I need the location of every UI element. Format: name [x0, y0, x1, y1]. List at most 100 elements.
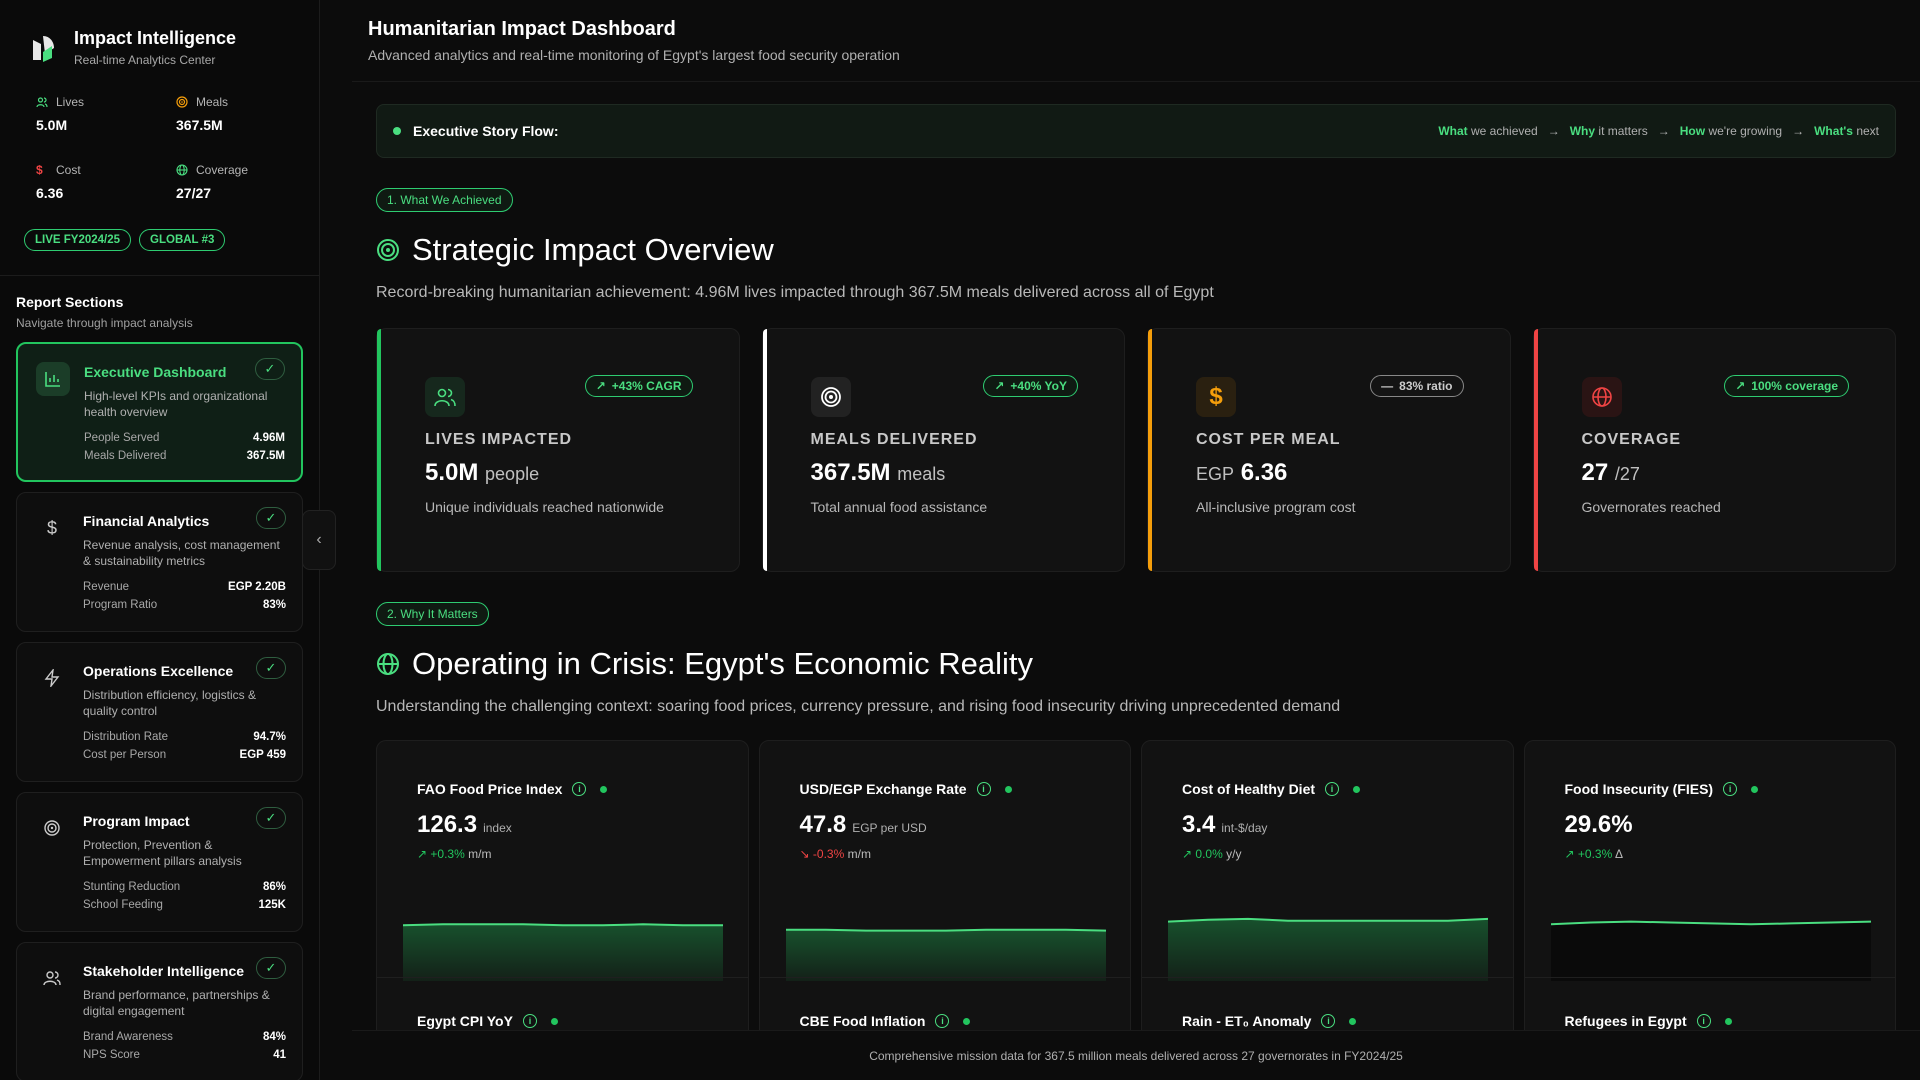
check-icon: ✓: [256, 657, 286, 679]
brand-subtitle: Real-time Analytics Center: [74, 53, 216, 67]
dollar-icon: $: [36, 163, 43, 177]
kpi-note: All-inclusive program cost: [1196, 499, 1356, 515]
nav-stakeholder-intelligence[interactable]: Stakeholder Intelligence Brand performan…: [16, 942, 303, 1080]
info-icon[interactable]: i: [1325, 782, 1340, 796]
nav-desc: Brand performance, partnerships & digita…: [83, 988, 270, 1018]
trending-down-icon: ↘: [799, 847, 810, 861]
stat-value: 367.5M: [176, 117, 223, 133]
status-badges: LIVE FY2024/25 GLOBAL #3: [0, 201, 319, 251]
indicator-card[interactable]: Food Insecurity (FIES) i 29.6% ↗ +0.3% Δ …: [1523, 740, 1896, 1040]
indicator-value: 126.3 index: [417, 811, 512, 838]
kpi-label: LIVES IMPACTED: [425, 431, 573, 448]
sparkline-chart: [403, 923, 723, 981]
indicator-card[interactable]: Cost of Healthy Diet i 3.4 int-$/day ↗ 0.0…: [1141, 740, 1514, 1040]
indicator-title: Refugees in Egypt: [1564, 1013, 1687, 1029]
indicator-value: 3.4 int-$/day: [1182, 811, 1268, 838]
nav-program-impact[interactable]: Program Impact Protection, Prevention & …: [16, 792, 303, 932]
kpi-meals-delivered[interactable]: ↗ +40% YoY MEALS DELIVERED 367.5M meals T…: [761, 328, 1125, 572]
collapse-sidebar-button[interactable]: ‹: [302, 510, 336, 570]
nav-metric: Revenue EGP 2.20B: [83, 581, 286, 593]
nav-operations-excellence[interactable]: Operations Excellence Distribution effic…: [16, 642, 303, 782]
kpi-coverage[interactable]: ↗ 100% coverage COVERAGE 27 /27 Governora…: [1532, 328, 1896, 572]
live-dot: [1751, 785, 1759, 793]
page-subtitle: Advanced analytics and real-time monitor…: [368, 47, 900, 63]
kpi-note: Unique individuals reached nationwide: [425, 499, 664, 515]
stat-label: Meals: [196, 95, 229, 109]
stat-lives: Lives 5.0M: [36, 95, 176, 133]
kpi-lives-impacted[interactable]: ↗ +43% CAGR LIVES IMPACTED 5.0M people Un…: [376, 328, 740, 572]
info-icon[interactable]: i: [976, 782, 991, 796]
nav-title: Financial Analytics: [83, 513, 210, 529]
nav-metric: Meals Delivered 367.5M: [84, 450, 285, 462]
nav-metric: People Served 4.96M: [84, 432, 285, 444]
kpi-value: EGP 6.36: [1196, 459, 1288, 486]
stat-cost: $ Cost 6.36: [36, 163, 176, 201]
stat-label: Lives: [56, 95, 85, 109]
story-step-how[interactable]: How we're growing: [1680, 124, 1782, 138]
indicator-title: FAO Food Price Index: [417, 781, 563, 797]
story-step-next[interactable]: What's next: [1814, 124, 1879, 138]
nav-executive-dashboard[interactable]: Executive Dashboard High-level KPIs and …: [16, 342, 303, 482]
sparkline-line: [403, 923, 723, 927]
sidebar: Impact Intelligence Real-time Analytics …: [0, 0, 320, 1080]
target-icon: [810, 377, 851, 417]
stat-value: 5.0M: [36, 117, 68, 133]
nav-metric: NPS Score 41: [83, 1049, 286, 1061]
indicator-card[interactable]: USD/EGP Exchange Rate i 47.8 EGP per USD ↘…: [758, 740, 1131, 1040]
nav-financial-analytics[interactable]: $ Financial Analytics Revenue analysis, …: [16, 492, 303, 632]
nav-title: Operations Excellence: [83, 663, 234, 679]
sparkline-area: [1168, 918, 1488, 981]
indicator-change: ↘ -0.3% m/m: [799, 847, 871, 861]
sections-subtitle: Navigate through impact analysis: [16, 316, 193, 330]
indicator-title: CBE Food Inflation: [799, 1013, 926, 1029]
story-step-what[interactable]: What we achieved: [1438, 124, 1537, 138]
target-icon: [176, 96, 188, 108]
section-title: Operating in Crisis: Egypt's Economic Re…: [376, 646, 1896, 682]
target-icon: [377, 239, 399, 261]
trending-up-icon: ↗: [1735, 379, 1746, 393]
sparkline-area: [1550, 921, 1871, 981]
check-icon: ✓: [256, 507, 286, 529]
story-step-why[interactable]: Why it matters: [1570, 124, 1648, 138]
bolt-icon: [35, 661, 69, 695]
info-icon[interactable]: i: [1723, 782, 1738, 796]
story-label: Executive Story Flow:: [413, 123, 559, 139]
nav-title: Executive Dashboard: [84, 364, 227, 380]
kpi-label: MEALS DELIVERED: [810, 431, 978, 448]
indicator-card[interactable]: FAO Food Price Index i 126.3 index ↗ +0.3%…: [376, 740, 749, 1040]
kpi-cards: ↗ +43% CAGR LIVES IMPACTED 5.0M people Un…: [376, 328, 1896, 572]
info-icon[interactable]: i: [935, 1014, 950, 1028]
sparkline-chart: [1168, 917, 1488, 981]
live-dot: [1724, 1017, 1732, 1025]
arrow-right-icon: →: [1792, 124, 1805, 138]
indicator-title: Rain - ET₀ Anomaly: [1182, 1013, 1312, 1029]
live-badge: LIVE FY2024/25: [24, 229, 132, 251]
stat-value: 27/27: [176, 185, 212, 201]
info-icon[interactable]: i: [522, 1014, 537, 1028]
kpi-note: Governorates reached: [1581, 499, 1721, 515]
info-icon[interactable]: i: [1696, 1014, 1711, 1028]
live-dot: [963, 1017, 971, 1025]
nav-desc: Distribution efficiency, logistics & qua…: [83, 688, 256, 718]
ratio-badge: —83% ratio: [1370, 375, 1464, 397]
check-icon: ✓: [255, 358, 285, 380]
indicator-value: 29.6%: [1564, 811, 1633, 838]
users-icon: [425, 377, 465, 417]
dashboard-content: Executive Story Flow: What we achieved →…: [376, 104, 1896, 1040]
nav-metric: Stunting Reduction 86%: [83, 881, 286, 893]
indicator-cards: FAO Food Price Index i 126.3 index ↗ +0.3%…: [376, 740, 1896, 1040]
sparkline-area: [785, 929, 1106, 981]
sidebar-stats: Lives 5.0M Meals 367.5M $ Cost 6.36 Cove…: [0, 67, 319, 201]
sparkline-chart: [1550, 920, 1871, 981]
page-title: Humanitarian Impact Dashboard: [368, 18, 676, 40]
sparkline-line: [785, 928, 1106, 932]
info-icon[interactable]: i: [572, 782, 587, 796]
story-steps: What we achieved → Why it matters → How …: [1438, 124, 1879, 138]
section-badge: 2. Why It Matters: [376, 602, 489, 626]
live-dot: [1349, 1017, 1357, 1025]
info-icon[interactable]: i: [1321, 1014, 1336, 1028]
kpi-cost-per-meal[interactable]: $ —83% ratio COST PER MEAL EGP 6.36 All-…: [1147, 328, 1511, 572]
kpi-note: Total annual food assistance: [810, 499, 988, 515]
arrow-right-icon: →: [1657, 124, 1670, 138]
nav-metric: Cost per Person EGP 459: [83, 749, 286, 761]
